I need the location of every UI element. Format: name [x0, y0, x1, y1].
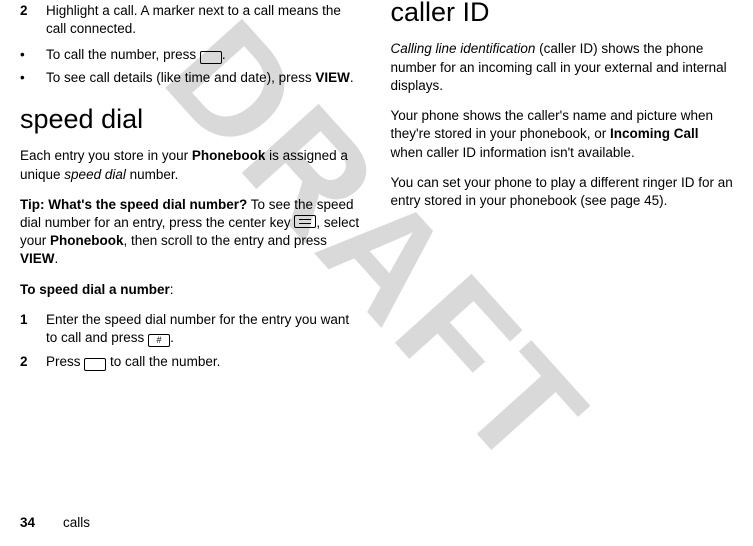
text: , then scroll to the entry and press [124, 233, 327, 248]
text: . [55, 251, 59, 266]
bullet-call-number: • To call the number, press . [20, 46, 363, 64]
text: Each entry you store in your [20, 148, 192, 163]
heading-speed-dial: speed dial [20, 101, 363, 137]
text: To see call details (like time and date)… [46, 70, 315, 85]
right-column: caller ID Calling line identification (c… [377, 0, 734, 546]
text: To call the number, press [46, 47, 200, 62]
send-key-icon [84, 358, 106, 371]
page-content: 2 Highlight a call. A marker next to a c… [0, 0, 753, 546]
caller-id-p2: Your phone shows the caller's name and p… [391, 107, 734, 162]
step-2: 2 Highlight a call. A marker next to a c… [20, 2, 363, 38]
text: : [170, 282, 174, 297]
left-column: 2 Highlight a call. A marker next to a c… [20, 0, 377, 546]
bullet-text: To call the number, press . [46, 46, 226, 64]
sub-bullets: • To call the number, press . • To see c… [20, 46, 363, 86]
speed-dial-intro: Each entry you store in your Phonebook i… [20, 147, 363, 183]
phonebook-label: Phonebook [50, 233, 124, 248]
send-key-icon [200, 51, 222, 64]
bullet-marker: • [20, 69, 46, 87]
text: To speed dial a number [20, 282, 170, 297]
caller-id-p1: Calling line identification (caller ID) … [391, 40, 734, 95]
view-label: VIEW [20, 251, 55, 266]
bullet-marker: • [20, 46, 46, 64]
caller-id-p3: You can set your phone to play a differe… [391, 174, 734, 210]
step-text: Press to call the number. [46, 353, 363, 371]
center-key-icon [294, 215, 316, 228]
to-speed-dial-lead: To speed dial a number: [20, 281, 363, 299]
step-number: 1 [20, 311, 46, 347]
phonebook-label: Phonebook [192, 148, 266, 163]
text: when caller ID information isn't availab… [391, 145, 635, 160]
step-1-dial: 1 Enter the speed dial number for the en… [20, 311, 363, 347]
bullet-call-details: • To see call details (like time and dat… [20, 69, 363, 87]
text: Press [46, 354, 84, 369]
text: . [350, 70, 354, 85]
step-number: 2 [20, 353, 46, 371]
text: number. [126, 167, 179, 182]
text: to call the number. [106, 354, 220, 369]
text: . [222, 47, 226, 62]
incoming-call-label: Incoming Call [610, 126, 699, 141]
step-text: Highlight a call. A marker next to a cal… [46, 2, 363, 38]
calling-line-term: Calling line identification [391, 41, 536, 56]
step-2-dial: 2 Press to call the number. [20, 353, 363, 371]
step-text: Enter the speed dial number for the entr… [46, 311, 363, 347]
tip-lead: Tip: What's the speed dial number? [20, 197, 247, 212]
text: Enter the speed dial number for the entr… [46, 312, 349, 345]
step-number: 2 [20, 2, 46, 38]
heading-caller-id: caller ID [391, 0, 734, 30]
tip-paragraph: Tip: What's the speed dial number? To se… [20, 196, 363, 269]
hash-key-icon: # [148, 334, 170, 347]
text: . [170, 330, 174, 345]
speed-dial-term: speed dial [64, 167, 126, 182]
view-label: VIEW [315, 70, 350, 85]
bullet-text: To see call details (like time and date)… [46, 69, 354, 87]
